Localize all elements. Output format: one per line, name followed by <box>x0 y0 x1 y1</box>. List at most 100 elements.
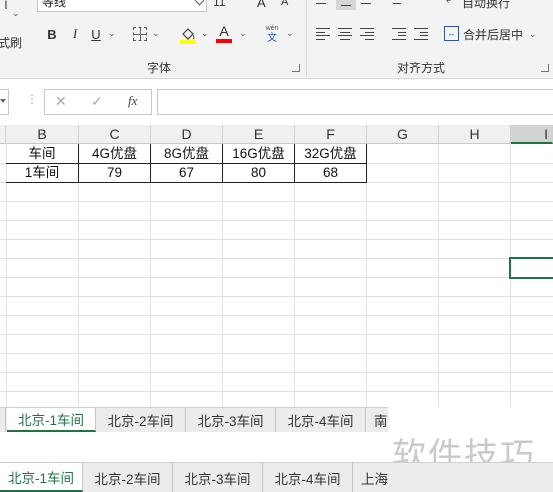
wrap-text-button[interactable]: 自动换行 <box>462 0 510 11</box>
chevron-down-icon[interactable]: ⌄ <box>152 28 160 39</box>
table-cell[interactable]: 67 <box>151 163 222 182</box>
format-painter-label[interactable]: 式刷 <box>0 34 22 51</box>
sheet-tab-beijing-3[interactable]: 北京-3车间 <box>186 408 276 432</box>
align-left-icon[interactable] <box>316 28 330 40</box>
bold-button[interactable]: B <box>45 26 59 42</box>
shrink-font-button[interactable]: A <box>281 0 288 8</box>
tab-scroll-area[interactable] <box>0 408 6 432</box>
font-color-button[interactable]: A <box>215 22 233 44</box>
sheet-tab-beijing-4[interactable]: 北京-4车间 <box>276 408 366 432</box>
sheet-tab-bar-duplicate: 北京-1车间 北京-2车间 北京-3车间 北京-4车间 上海 <box>0 462 553 492</box>
gridline <box>78 144 79 407</box>
column-header-h[interactable]: H <box>439 125 511 144</box>
chevron-down-icon[interactable]: ⌄ <box>286 28 294 39</box>
align-middle-selected[interactable] <box>336 0 356 10</box>
chevron-down-icon[interactable]: ⌄ <box>108 28 116 39</box>
column-header-f[interactable]: F <box>295 125 367 144</box>
gridline <box>150 144 151 407</box>
gridline <box>438 144 439 407</box>
column-header-e[interactable]: E <box>223 125 295 144</box>
merge-center-button[interactable]: 合并后居中 <box>463 26 523 43</box>
sheet-tab-beijing-1[interactable]: 北京-1车间 <box>0 463 83 492</box>
font-size-select[interactable]: 11 <box>213 0 225 9</box>
align-right-icon[interactable] <box>360 28 374 40</box>
gridline <box>294 144 295 407</box>
gridline <box>0 334 553 335</box>
worksheet-grid[interactable]: B C D E F G H I 车间 4G优盘 8G优盘 16G优盘 32G优盘… <box>0 125 553 407</box>
table-header-cell[interactable]: 32G优盘 <box>295 144 366 163</box>
gridline <box>0 353 553 354</box>
column-header-g[interactable]: G <box>367 125 439 144</box>
fill-color-button[interactable] <box>179 24 197 44</box>
sheet-tab-beijing-1[interactable]: 北京-1车间 <box>7 408 96 432</box>
table-cell[interactable]: 1车间 <box>6 163 78 182</box>
orientation-icon[interactable] <box>393 0 407 4</box>
group-divider <box>306 0 307 76</box>
dialog-launcher-icon[interactable] <box>292 64 300 72</box>
gridline <box>0 391 553 392</box>
decrease-indent-icon[interactable] <box>392 28 406 40</box>
dialog-launcher-icon[interactable] <box>541 64 549 72</box>
align-bottom-icon[interactable] <box>361 0 375 4</box>
ribbon: l ⌄ 式刷 等线 11 A A B I U ⌄ ⌄ ⌄ A ⌄ wén 文 ⌄… <box>0 0 553 79</box>
align-center-icon[interactable] <box>338 28 352 40</box>
column-header-d[interactable]: D <box>151 125 223 144</box>
splitter-handle[interactable]: ⋮ <box>26 92 38 106</box>
column-header-c[interactable]: C <box>79 125 151 144</box>
enter-icon[interactable]: ✓ <box>91 93 103 110</box>
name-box[interactable] <box>0 89 9 115</box>
borders-icon[interactable] <box>133 27 147 41</box>
gridline <box>222 144 223 407</box>
table-border <box>366 144 367 183</box>
table-header-cell[interactable]: 车间 <box>6 144 78 163</box>
column-header-i[interactable]: I <box>511 125 553 144</box>
formula-bar: ⋮ ✕ ✓ fx <box>0 83 553 121</box>
table-cell[interactable]: 68 <box>295 163 366 182</box>
sheet-tab-nan[interactable]: 南 <box>366 408 388 432</box>
gridline <box>0 296 553 297</box>
sheet-tab-beijing-4[interactable]: 北京-4车间 <box>263 463 353 492</box>
sheet-tab-shanghai[interactable]: 上海 <box>353 463 393 492</box>
column-header-b[interactable]: B <box>6 125 79 144</box>
phonetic-guide-button[interactable]: wén 文 <box>262 22 282 46</box>
chevron-down-icon[interactable]: ⌄ <box>239 28 247 39</box>
gridline <box>0 239 553 240</box>
formula-input[interactable] <box>157 89 553 115</box>
table-header-cell[interactable]: 16G优盘 <box>223 144 294 163</box>
gridline <box>0 372 553 373</box>
chevron-down-icon <box>194 0 205 6</box>
table-header-cell[interactable]: 4G优盘 <box>79 144 150 163</box>
gridline <box>0 220 553 221</box>
grow-font-button[interactable]: A <box>257 0 266 10</box>
table-header-cell[interactable]: 8G优盘 <box>151 144 222 163</box>
merge-center-icon[interactable]: ↔ <box>444 26 459 41</box>
formula-tools: ✕ ✓ fx <box>44 89 152 115</box>
active-cell-selection[interactable] <box>509 257 553 279</box>
align-top-icon[interactable] <box>316 0 330 4</box>
wrap-text-icon[interactable]: ⤶ <box>446 0 452 7</box>
font-name-select[interactable]: 等线 <box>37 0 207 12</box>
table-border <box>6 182 367 183</box>
paint-bucket-icon <box>182 28 195 40</box>
chevron-down-icon[interactable] <box>0 99 6 103</box>
chevron-down-icon[interactable]: ⌄ <box>529 29 537 40</box>
gridline <box>366 144 367 407</box>
sheet-tab-beijing-3[interactable]: 北京-3车间 <box>173 463 263 492</box>
sheet-tab-beijing-2[interactable]: 北京-2车间 <box>83 463 173 492</box>
italic-button[interactable]: I <box>68 26 82 42</box>
cancel-icon[interactable]: ✕ <box>55 93 67 110</box>
chevron-down-icon[interactable]: ⌄ <box>201 28 209 39</box>
increase-indent-icon[interactable] <box>414 28 428 40</box>
chevron-down-icon[interactable]: ⌄ <box>12 8 20 19</box>
gridline <box>0 277 553 278</box>
font-group-label: 字体 <box>147 61 172 75</box>
table-cell[interactable]: 79 <box>79 163 150 182</box>
insert-function-icon[interactable]: fx <box>128 93 137 109</box>
gridline <box>0 201 553 202</box>
sheet-tab-beijing-2[interactable]: 北京-2车间 <box>96 408 186 432</box>
phonetic-top: wén <box>265 24 279 32</box>
phonetic-bottom: 文 <box>267 32 277 44</box>
underline-button[interactable]: U <box>89 26 103 42</box>
fill-color-swatch <box>180 40 196 44</box>
table-cell[interactable]: 80 <box>223 163 294 182</box>
